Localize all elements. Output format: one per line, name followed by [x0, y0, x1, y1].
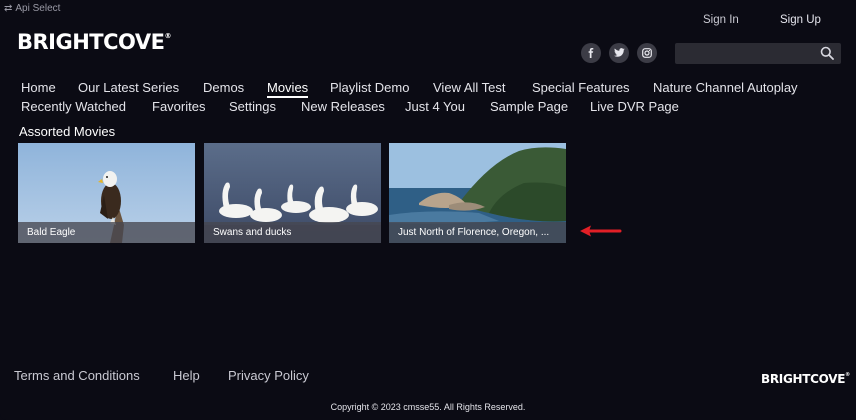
- tile-label: Swans and ducks: [204, 222, 381, 243]
- sign-in-link[interactable]: Sign In: [703, 14, 739, 26]
- api-select[interactable]: ⇄ Api Select: [4, 3, 60, 14]
- facebook-icon[interactable]: [581, 43, 601, 63]
- section-title: Assorted Movies: [19, 124, 116, 139]
- nav-item-view-all-test[interactable]: View All Test: [433, 80, 506, 95]
- nav-item-movies[interactable]: Movies: [267, 80, 309, 98]
- nav-item-home[interactable]: Home: [21, 80, 56, 95]
- sign-up-link[interactable]: Sign Up: [780, 14, 821, 26]
- red-arrow-icon: [580, 225, 622, 237]
- footer-logo-text: BRIGHTCOVE: [761, 372, 846, 386]
- nav-item-sample-page[interactable]: Sample Page: [490, 99, 568, 114]
- nav-item-playlist-demo[interactable]: Playlist Demo: [330, 80, 409, 95]
- footer-privacy-link[interactable]: Privacy Policy: [228, 368, 309, 383]
- movie-tile-florence-oregon[interactable]: Just North of Florence, Oregon, ...: [389, 143, 566, 243]
- brightcove-logo[interactable]: BRIGHTCOVE®: [17, 30, 171, 54]
- footer-logo-trademark: ®: [845, 372, 850, 378]
- tile-label: Just North of Florence, Oregon, ...: [389, 222, 566, 243]
- movie-tile-bald-eagle[interactable]: Bald Eagle: [18, 143, 195, 243]
- nav-item-nature-channel-autoplay[interactable]: Nature Channel Autoplay: [653, 80, 798, 95]
- nav-item-favorites[interactable]: Favorites: [152, 99, 205, 114]
- nav-item-our-latest-series[interactable]: Our Latest Series: [78, 80, 179, 95]
- search-input[interactable]: [675, 43, 841, 64]
- footer-brightcove-logo: BRIGHTCOVE®: [761, 372, 850, 386]
- copyright-text: Copyright © 2023 cmsse55. All Rights Res…: [330, 402, 526, 412]
- instagram-icon[interactable]: [637, 43, 657, 63]
- app-frame: ⇄ Api Select BRIGHTCOVE® Sign In Sign Up…: [0, 0, 856, 420]
- search-icon[interactable]: [820, 46, 834, 60]
- tile-label: Bald Eagle: [18, 222, 195, 243]
- nav-item-recently-watched[interactable]: Recently Watched: [21, 99, 126, 114]
- footer-help-link[interactable]: Help: [173, 368, 200, 383]
- twitter-icon[interactable]: [609, 43, 629, 63]
- movie-tile-swans-and-ducks[interactable]: Swans and ducks: [204, 143, 381, 243]
- logo-trademark: ®: [164, 32, 171, 40]
- logo-text: BRIGHTCOVE: [17, 30, 165, 54]
- nav-item-new-releases[interactable]: New Releases: [301, 99, 385, 114]
- api-select-label: Api Select: [15, 3, 61, 14]
- nav-item-special-features[interactable]: Special Features: [532, 80, 630, 95]
- footer-terms-link[interactable]: Terms and Conditions: [14, 368, 140, 383]
- nav-item-live-dvr-page[interactable]: Live DVR Page: [590, 99, 679, 114]
- swap-icon: ⇄: [4, 3, 13, 14]
- nav-item-just-4-you[interactable]: Just 4 You: [405, 99, 465, 114]
- nav-item-demos[interactable]: Demos: [203, 80, 244, 95]
- nav-item-settings[interactable]: Settings: [229, 99, 276, 114]
